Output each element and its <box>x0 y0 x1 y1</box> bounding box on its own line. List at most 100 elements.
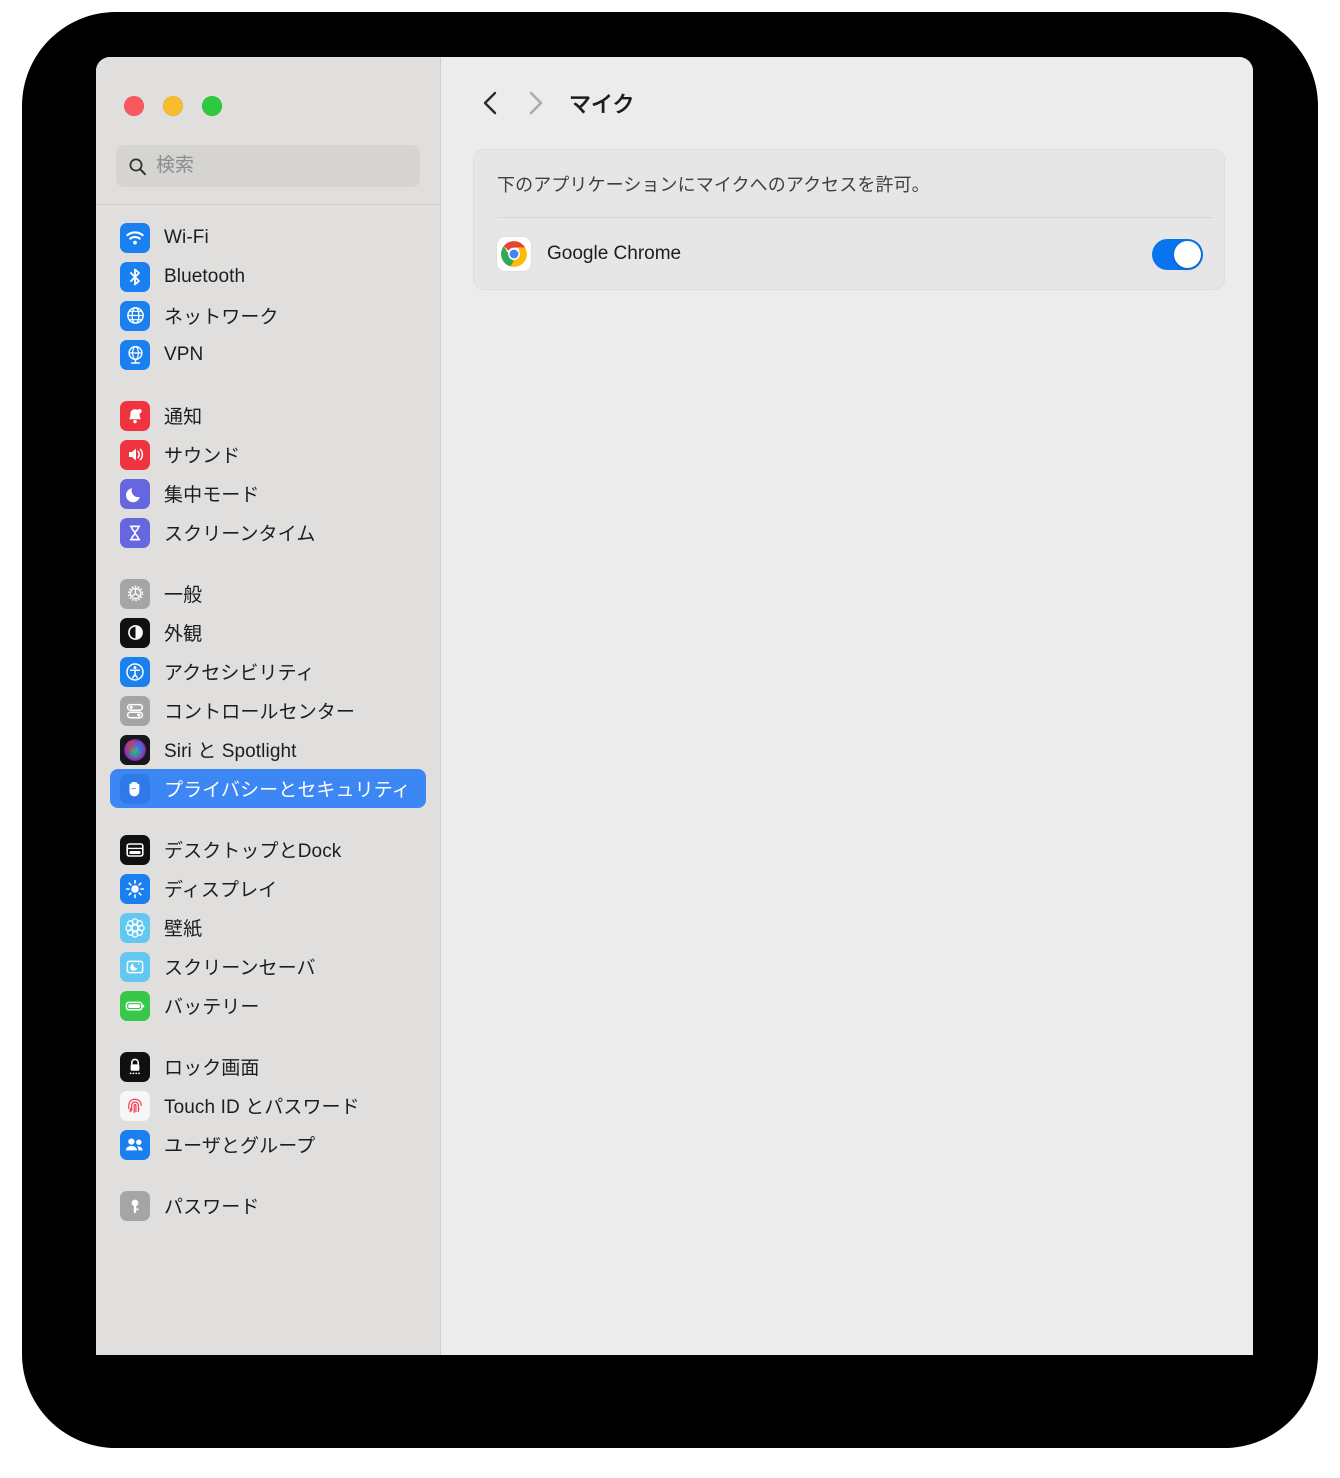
sidebar-item-accessibility[interactable]: アクセシビリティ <box>110 652 426 691</box>
key-icon <box>120 1190 150 1221</box>
control-center-icon <box>120 695 150 726</box>
search-icon <box>128 157 147 176</box>
sidebar-item-focus[interactable]: 集中モード <box>110 474 426 513</box>
close-button[interactable] <box>124 96 144 116</box>
sidebar-item-wallpaper[interactable]: 壁紙 <box>110 908 426 947</box>
sidebar-item-label: ロック画面 <box>164 1058 260 1079</box>
bluetooth-icon <box>120 261 150 292</box>
sidebar-group-general: 一般 外観 アクセシビリティ コントロールセンター Siri と Spotlig… <box>110 574 426 808</box>
speaker-icon <box>120 439 150 470</box>
forward-button[interactable] <box>513 81 557 125</box>
screensaver-icon <box>120 951 150 982</box>
appearance-icon <box>120 617 150 648</box>
chrome-icon <box>497 237 531 271</box>
wifi-icon <box>120 222 150 253</box>
sidebar-item-label: アクセシビリティ <box>164 663 315 684</box>
sidebar-item-label: ディスプレイ <box>164 880 278 901</box>
siri-icon <box>120 734 150 765</box>
chevron-right-icon <box>529 91 543 115</box>
sidebar-item-screen-time[interactable]: スクリーンタイム <box>110 513 426 552</box>
sidebar-item-label: デスクトップとDock <box>164 841 342 862</box>
sidebar-item-display[interactable]: ディスプレイ <box>110 869 426 908</box>
sidebar-item-users-groups[interactable]: ユーザとグループ <box>110 1125 426 1164</box>
accessibility-icon <box>120 656 150 687</box>
sidebar-item-label: 集中モード <box>164 485 260 506</box>
sidebar-item-privacy-security[interactable]: プライバシーとセキュリティ <box>110 769 426 808</box>
content-pane: マイク 下のアプリケーションにマイクへのアクセスを許可。 Google Chro… <box>441 57 1253 1355</box>
sidebar-item-label: Wi-Fi <box>164 226 209 248</box>
app-permission-row: Google Chrome <box>473 218 1225 290</box>
sidebar-nav: Wi-Fi Bluetooth ネットワーク VPN 通知 サウンド 集中モード… <box>96 205 440 1225</box>
sidebar-group-passwords: パスワード <box>110 1186 426 1225</box>
chevron-left-icon <box>483 91 497 115</box>
system-settings-window: Wi-Fi Bluetooth <box>96 57 1253 1355</box>
sidebar-item-label: サウンド <box>164 446 241 467</box>
sidebar-item-label: 通知 <box>164 407 203 428</box>
battery-icon <box>120 990 150 1021</box>
sidebar-item-label: スクリーンタイム <box>164 524 316 545</box>
page-title: マイク <box>569 92 635 117</box>
sidebar-item-lock-screen[interactable]: ロック画面 <box>110 1047 426 1086</box>
sidebar-item-network[interactable]: ネットワーク <box>110 296 426 335</box>
brightness-icon <box>120 873 150 904</box>
card-description: 下のアプリケーションにマイクへのアクセスを許可。 <box>497 175 930 195</box>
search-container <box>96 116 440 187</box>
sidebar-item-general[interactable]: 一般 <box>110 574 426 613</box>
sidebar-item-label: Bluetooth <box>164 265 246 287</box>
touch-id-icon <box>120 1090 150 1121</box>
search-field[interactable] <box>116 145 420 187</box>
search-input[interactable] <box>156 155 408 177</box>
sidebar: Wi-Fi Bluetooth <box>96 57 441 1355</box>
sidebar-item-notifications[interactable]: 通知 <box>110 396 426 435</box>
hand-privacy-icon <box>120 773 150 804</box>
sidebar-group-notifications: 通知 サウンド 集中モード スクリーンタイム <box>110 396 426 552</box>
sidebar-item-label: スクリーンセーバ <box>164 958 316 979</box>
sidebar-item-bluetooth[interactable]: Bluetooth <box>110 257 426 296</box>
sidebar-item-desktop-dock[interactable]: デスクトップとDock <box>110 830 426 869</box>
sidebar-item-label: ネットワーク <box>164 307 279 328</box>
sidebar-item-label: VPN <box>164 343 204 365</box>
sidebar-item-label: バッテリー <box>164 997 260 1018</box>
sidebar-item-label: プライバシーとセキュリティ <box>164 780 411 801</box>
back-button[interactable] <box>469 81 513 125</box>
minimize-button[interactable] <box>163 96 183 116</box>
moon-icon <box>120 478 150 509</box>
sidebar-item-label: パスワード <box>164 1197 260 1218</box>
gear-icon <box>120 578 150 609</box>
network-globe-icon <box>120 300 150 331</box>
sidebar-item-battery[interactable]: バッテリー <box>110 986 426 1025</box>
lock-screen-icon <box>120 1051 150 1082</box>
sidebar-item-control-center[interactable]: コントロールセンター <box>110 691 426 730</box>
app-name: Google Chrome <box>547 243 682 264</box>
sidebar-group-desktop: デスクトップとDock ディスプレイ 壁紙 スクリーンセーバ バッテリー <box>110 830 426 1025</box>
content-header: マイク <box>441 57 1253 149</box>
zoom-button[interactable] <box>202 96 222 116</box>
sidebar-item-wifi[interactable]: Wi-Fi <box>110 218 426 257</box>
sidebar-item-label: コントロールセンター <box>164 702 356 723</box>
sidebar-item-sound[interactable]: サウンド <box>110 435 426 474</box>
microphone-access-toggle[interactable] <box>1152 238 1203 270</box>
vpn-globe-icon <box>120 339 150 370</box>
sidebar-item-appearance[interactable]: 外観 <box>110 613 426 652</box>
sidebar-item-vpn[interactable]: VPN <box>110 335 426 374</box>
sidebar-item-siri-spotlight[interactable]: Siri と Spotlight <box>110 730 426 769</box>
window-traffic-lights <box>96 57 440 116</box>
sidebar-item-label: 一般 <box>164 585 203 606</box>
sidebar-group-network: Wi-Fi Bluetooth ネットワーク VPN <box>110 218 426 374</box>
hourglass-icon <box>120 517 150 548</box>
toggle-knob <box>1174 240 1201 268</box>
microphone-permissions-card: 下のアプリケーションにマイクへのアクセスを許可。 Google Chrome <box>473 149 1225 290</box>
screenshot-stage: Wi-Fi Bluetooth <box>0 0 1340 1478</box>
sidebar-item-label: ユーザとグループ <box>164 1136 316 1157</box>
sidebar-item-touch-id[interactable]: Touch ID とパスワード <box>110 1086 426 1125</box>
wallpaper-icon <box>120 912 150 943</box>
users-groups-icon <box>120 1129 150 1160</box>
sidebar-group-accounts: ロック画面 Touch ID とパスワード ユーザとグループ <box>110 1047 426 1164</box>
sidebar-item-label: 壁紙 <box>164 919 203 940</box>
sidebar-item-screensaver[interactable]: スクリーンセーバ <box>110 947 426 986</box>
desktop-dock-icon <box>120 834 150 865</box>
sidebar-item-label: Siri と Spotlight <box>164 741 297 762</box>
sidebar-item-label: Touch ID とパスワード <box>164 1097 360 1118</box>
bell-icon <box>120 400 150 431</box>
sidebar-item-passwords[interactable]: パスワード <box>110 1186 426 1225</box>
